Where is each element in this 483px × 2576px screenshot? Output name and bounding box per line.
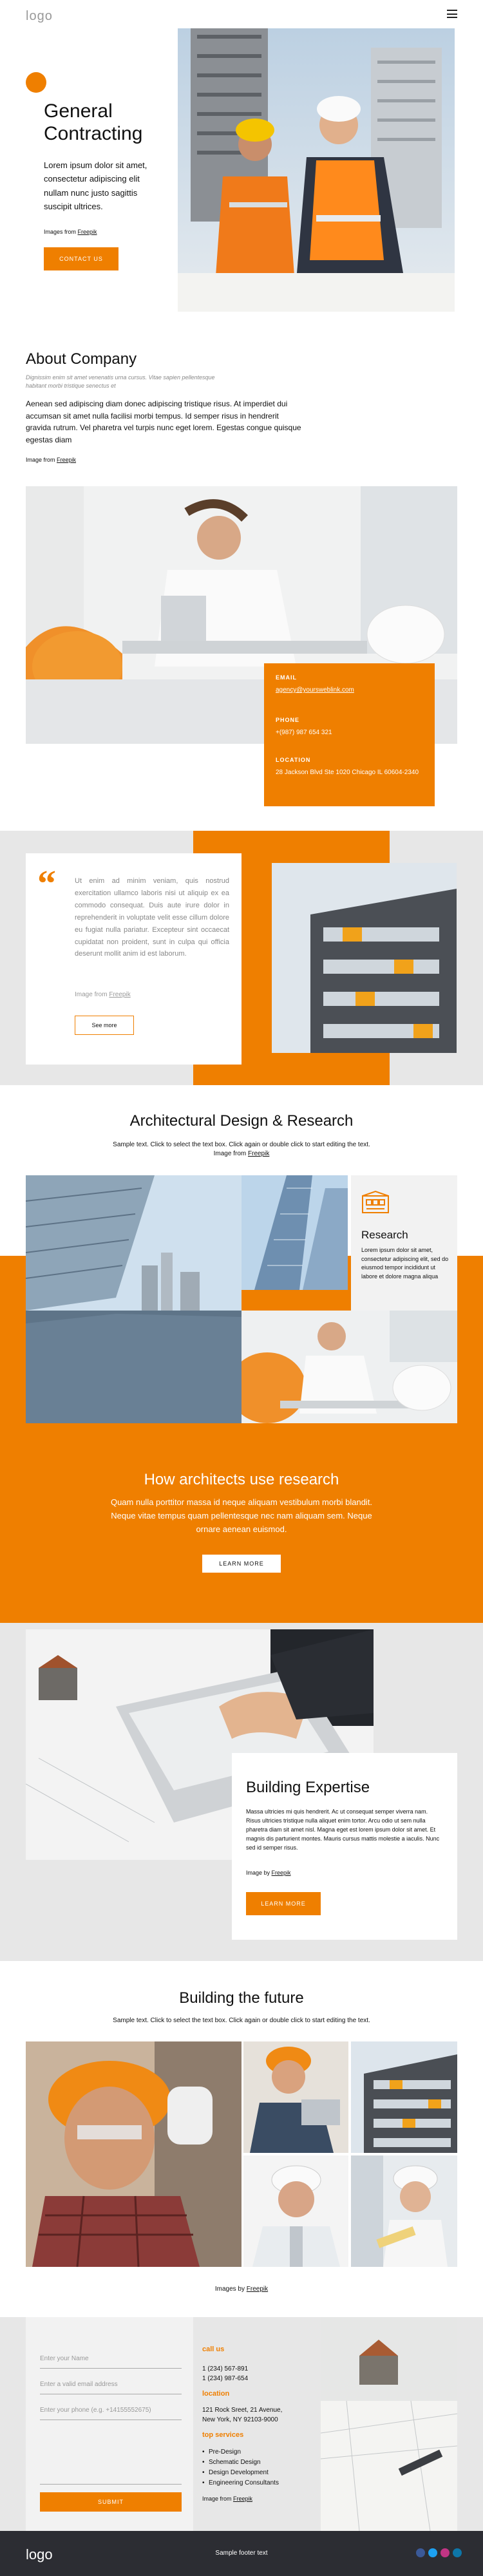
info-credit: Image from Freepik	[202, 2495, 315, 2504]
phone-input[interactable]	[40, 2401, 182, 2420]
services-label: top services	[202, 2431, 244, 2439]
about-credit-prefix: Image from	[26, 457, 57, 463]
contact-info-card: EMAIL agency@yoursweblink.com PHONE +(98…	[264, 663, 435, 806]
contact-phone-value[interactable]: +(987) 987 654 321	[276, 728, 332, 737]
location-label: location	[202, 2389, 230, 2398]
quote-mark-icon: “	[37, 862, 56, 904]
facebook-icon[interactable]	[416, 2548, 425, 2557]
about-credit-link[interactable]: Freepik	[57, 457, 76, 463]
future-title: Building the future	[179, 1989, 304, 2007]
expertise-text: Massa ultricies mi quis hendrerit. Ac ut…	[246, 1808, 440, 1851]
site-footer: logo Sample footer text	[0, 2531, 483, 2576]
future-text: Sample text. Click to select the text bo…	[113, 2017, 370, 2024]
hero-text: Lorem ipsum dolor sit amet, consectetur …	[44, 160, 147, 212]
engineer-helmet-image	[243, 2155, 348, 2267]
architect-drawing-image	[242, 1311, 457, 1423]
arch-credit-prefix: Image from	[213, 1150, 248, 1157]
contact-details: call us 1 (234) 567-891 1 (234) 987-654 …	[202, 2344, 315, 2503]
about-credit: Image from Freepik	[26, 456, 76, 465]
modern-building-image	[351, 2041, 457, 2153]
building-facade-image	[272, 863, 457, 1053]
submit-button[interactable]: SUBMIT	[40, 2492, 182, 2512]
contact-phone-label: PHONE	[276, 717, 300, 723]
instagram-icon[interactable]	[440, 2548, 450, 2557]
site-header: logo	[0, 0, 483, 28]
hero-circle-decoration	[26, 72, 46, 93]
hero-engineers-image	[178, 28, 455, 312]
services-list: Pre-Design Schematic Design Design Devel…	[202, 2447, 315, 2488]
footer-text: Sample footer text	[215, 2550, 268, 2557]
service-item: Design Development	[202, 2468, 315, 2478]
glass-tower-image	[242, 1175, 348, 1290]
call-us-label: call us	[202, 2345, 225, 2353]
address-line-2: New York, NY 92103-9000	[202, 2416, 278, 2423]
hero-credit: Images from Freepik	[44, 228, 97, 237]
about-title: About Company	[26, 350, 137, 368]
expertise-credit-link[interactable]: Freepik	[272, 1870, 291, 1876]
phone-1: 1 (234) 567-891	[202, 2365, 249, 2372]
about-text: Aenean sed adipiscing diam donec adipisc…	[26, 399, 301, 444]
future-credit-link[interactable]: Freepik	[247, 2286, 268, 2293]
service-item: Schematic Design	[202, 2458, 315, 2468]
worker-laptop-image	[243, 2041, 348, 2153]
contact-location-value: 28 Jackson Blvd Ste 1020 Chicago IL 6060…	[276, 769, 419, 776]
phone-2: 1 (234) 987-654	[202, 2374, 249, 2382]
quote-text: Ut enim ad minim veniam, quis nostrud ex…	[75, 877, 229, 958]
expertise-card: Building Expertise Massa ultricies mi qu…	[232, 1753, 457, 1940]
service-item: Pre-Design	[202, 2447, 315, 2458]
research-text: Lorem ipsum dolor sit amet, consectetur …	[361, 1247, 449, 1280]
arch-text: Sample text. Click to select the text bo…	[113, 1141, 370, 1148]
expertise-credit-prefix: Image by	[246, 1870, 272, 1876]
info-credit-link[interactable]: Freepik	[233, 2496, 252, 2502]
hero-credit-link[interactable]: Freepik	[78, 229, 97, 235]
how-learn-more-button[interactable]: LEARN MORE	[202, 1555, 281, 1573]
name-input[interactable]	[40, 2349, 182, 2369]
future-credit-prefix: Images by	[214, 2286, 247, 2293]
social-icons	[416, 2548, 462, 2557]
contact-form: SUBMIT	[26, 2317, 193, 2531]
research-card: Research Lorem ipsum dolor sit amet, con…	[351, 1175, 457, 1311]
worker-hardhat-image	[26, 2041, 242, 2267]
contact-location-label: LOCATION	[276, 757, 311, 763]
quote-credit-prefix: Image from	[75, 991, 109, 998]
how-text: Quam nulla porttitor massa id neque aliq…	[110, 1497, 373, 1534]
linkedin-icon[interactable]	[453, 2548, 462, 2557]
address-line-1: 121 Rock Sreet, 21 Avenue,	[202, 2407, 283, 2414]
site-logo[interactable]: logo	[26, 6, 53, 26]
future-credit: Images by Freepik	[0, 2284, 483, 2294]
building-blueprint-icon	[361, 1190, 390, 1214]
quote-card: “ Ut enim ad minim veniam, quis nostrud …	[26, 853, 242, 1065]
hero-title: General Contracting	[44, 100, 143, 144]
blueprints-desk-image	[321, 2317, 457, 2531]
how-title: How architects use research	[144, 1471, 339, 1488]
info-credit-prefix: Image from	[202, 2495, 234, 2502]
see-more-button[interactable]: See more	[75, 1016, 134, 1035]
skyscraper-reflection-image	[26, 1175, 242, 1423]
message-textarea[interactable]	[40, 2427, 182, 2485]
contact-email-label: EMAIL	[276, 674, 297, 681]
quote-credit-link[interactable]: Freepik	[109, 991, 130, 998]
arch-credit-link[interactable]: Freepik	[248, 1150, 269, 1157]
contact-us-button[interactable]: CONTACT US	[44, 247, 118, 270]
email-input[interactable]	[40, 2375, 182, 2394]
arch-credit: Image from Freepik	[0, 1149, 483, 1159]
expertise-credit: Image by Freepik	[246, 1869, 291, 1878]
expertise-title: Building Expertise	[246, 1779, 370, 1796]
service-item: Engineering Consultants	[202, 2478, 315, 2488]
architect-woman-image	[351, 2155, 457, 2267]
expertise-learn-more-button[interactable]: LEARN MORE	[246, 1892, 321, 1915]
hero-credit-prefix: Images from	[44, 229, 78, 235]
contact-email-link[interactable]: agency@yoursweblink.com	[276, 685, 354, 695]
quote-credit: Image from Freepik	[75, 990, 131, 999]
research-title: Research	[361, 1229, 408, 1241]
twitter-icon[interactable]	[428, 2548, 437, 2557]
about-subtitle: Dignissim enim sit amet venenatis urna c…	[26, 374, 215, 389]
hamburger-menu-icon[interactable]	[447, 10, 457, 18]
arch-title: Architectural Design & Research	[129, 1112, 354, 1130]
